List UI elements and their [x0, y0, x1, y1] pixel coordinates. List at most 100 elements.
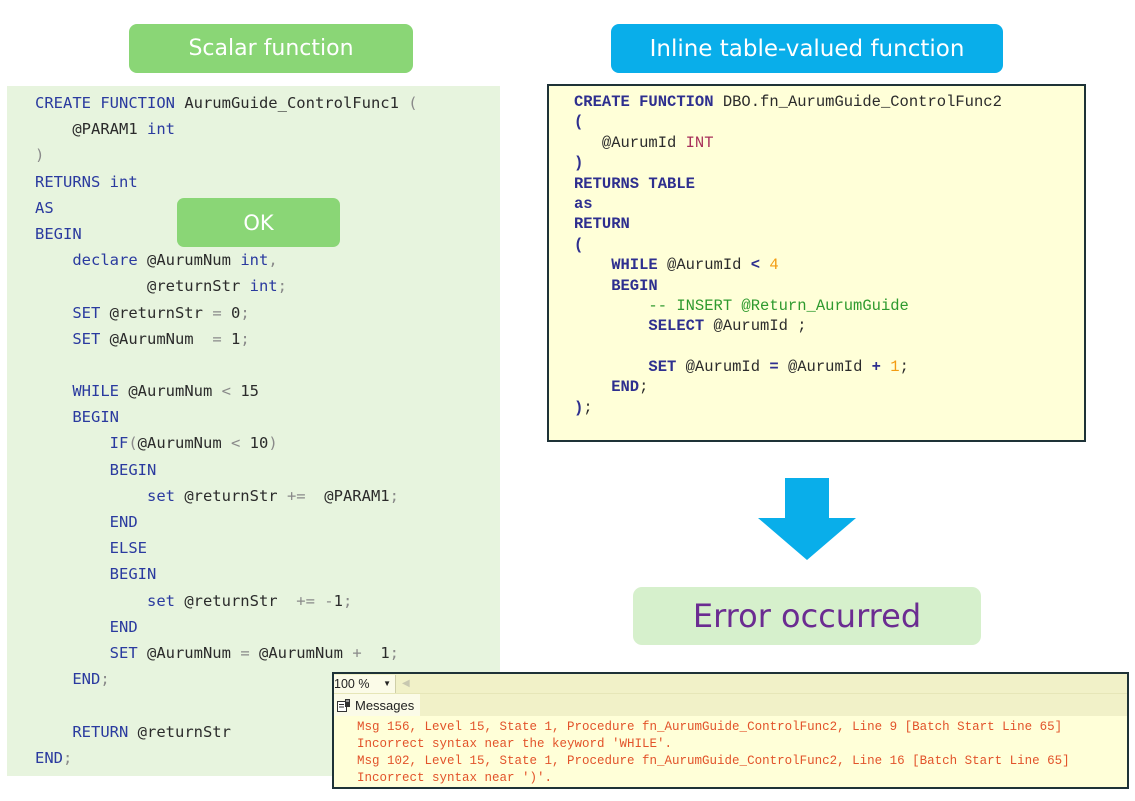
code-token: <: [750, 256, 770, 275]
code-token: @AurumNum: [146, 643, 241, 662]
code-token: int: [240, 251, 269, 270]
code-token: +: [352, 643, 381, 662]
code-token: int: [249, 277, 278, 296]
code-token: END: [35, 670, 101, 689]
inline-code-line: RETURNS TABLE: [574, 174, 1084, 194]
code-token: ;: [389, 486, 399, 505]
inline-code-line: BEGIN: [574, 276, 1084, 296]
code-token: set: [35, 486, 185, 505]
down-arrow-shape: [758, 478, 856, 560]
scalar-code-line: set @returnStr += -1;: [35, 588, 500, 614]
messages-panel: 100 % ▼ ◀ Messages Msg 156, Level 15, St…: [332, 672, 1129, 789]
scalar-code-line: ): [35, 142, 500, 168]
code-token: @returnStr: [184, 486, 287, 505]
scalar-function-title-text: Scalar function: [188, 36, 354, 61]
code-token: @PARAM1: [324, 486, 390, 505]
code-token: @AurumNum: [137, 434, 231, 453]
scalar-code-line: set @returnStr += @PARAM1;: [35, 483, 500, 509]
messages-icon: [337, 698, 350, 712]
zoom-level-select[interactable]: 100 % ▼: [334, 674, 396, 693]
inline-code-line: (: [574, 112, 1084, 132]
code-token: =: [212, 329, 231, 348]
code-token: (: [408, 94, 418, 112]
code-token: INT: [685, 133, 714, 152]
results-tab-bar: Messages: [334, 694, 1127, 716]
messages-list: Msg 156, Level 15, State 1, Procedure fn…: [334, 716, 1127, 787]
inline-code-line: (: [574, 235, 1084, 255]
code-token: ;: [342, 591, 353, 610]
scalar-code-line: SET @returnStr = 0;: [35, 300, 500, 326]
code-token: CREATE FUNCTION: [35, 94, 185, 112]
inline-code-line: );: [574, 398, 1084, 418]
inline-code-line: WHILE @AurumId < 4: [574, 255, 1084, 275]
scalar-code-line: @returnStr int;: [35, 273, 500, 299]
inline-code-line: ): [574, 153, 1084, 173]
code-token: SET: [574, 358, 686, 377]
code-token: ;: [100, 670, 110, 689]
code-token: @AurumNum: [128, 382, 222, 401]
code-token: SET: [35, 643, 147, 662]
scroll-left-icon[interactable]: ◀: [402, 678, 410, 689]
ok-status-text: OK: [243, 210, 274, 235]
inline-code-line: SELECT @AurumId ;: [574, 316, 1084, 336]
code-token: declare: [35, 251, 147, 270]
code-token: ): [35, 146, 45, 165]
code-token: <: [221, 382, 241, 401]
code-token: END: [574, 378, 640, 397]
code-token: ,: [268, 251, 278, 270]
code-token: +=: [286, 486, 325, 505]
code-token: BEGIN: [574, 276, 658, 295]
code-token: 10: [249, 434, 269, 453]
code-token: @AurumId: [667, 256, 751, 275]
code-token: END: [35, 617, 138, 636]
code-token: ;: [899, 358, 909, 377]
code-token: AS: [35, 198, 54, 217]
zoom-level-value: 100 %: [334, 676, 370, 691]
chevron-down-icon: ▼: [383, 679, 391, 688]
inline-code-line: @AurumId INT: [574, 133, 1084, 153]
code-token: RETURN: [574, 215, 630, 234]
scalar-code-line: END: [35, 509, 500, 535]
code-token: @AurumNum: [258, 643, 353, 662]
scalar-code-line: declare @AurumNum int,: [35, 247, 500, 273]
error-occurred-badge: Error occurred: [633, 587, 981, 645]
code-token: @PARAM1: [35, 120, 147, 139]
scalar-code-line: CREATE FUNCTION AurumGuide_ControlFunc1 …: [35, 90, 500, 116]
inline-code-line: END;: [574, 377, 1084, 397]
message-line: Incorrect syntax near the keyword 'WHILE…: [357, 737, 673, 751]
code-token: @AurumId: [787, 358, 872, 377]
tab-messages[interactable]: Messages: [334, 694, 421, 716]
down-arrow-icon: [758, 478, 856, 560]
inline-code-line: CREATE FUNCTION DBO.fn_AurumGuide_Contro…: [574, 92, 1084, 112]
scalar-code-line: BEGIN: [35, 561, 500, 587]
message-line: Msg 102, Level 15, State 1, Procedure fn…: [357, 754, 1070, 768]
code-token: BEGIN: [35, 565, 157, 584]
code-token: as: [574, 194, 593, 213]
scalar-code-line: SET @AurumNum = @AurumNum + 1;: [35, 640, 500, 666]
code-token: ELSE: [35, 539, 147, 558]
code-token: @AurumId ;: [713, 317, 807, 336]
code-token: ;: [277, 277, 287, 296]
code-token: BEGIN: [35, 224, 82, 243]
code-token: 1: [230, 329, 241, 348]
code-token: RETURNS int: [35, 172, 138, 191]
code-token: BEGIN: [35, 408, 119, 427]
code-token: ): [574, 398, 584, 417]
scalar-code-line: BEGIN: [35, 404, 500, 430]
code-token: SELECT: [574, 317, 714, 336]
code-token: ;: [240, 303, 250, 322]
code-token: 0: [230, 303, 241, 322]
code-token: =: [240, 643, 259, 662]
code-token: ): [574, 154, 584, 173]
code-token: AurumGuide_ControlFunc1: [184, 94, 409, 112]
code-token: =: [769, 358, 788, 377]
code-token: IF: [35, 434, 129, 453]
scalar-code-line: @PARAM1 int: [35, 116, 500, 142]
inline-table-valued-function-title: Inline table-valued function: [611, 24, 1003, 73]
scalar-code-line: IF(@AurumNum < 10): [35, 430, 500, 456]
code-token: RETURN: [35, 722, 138, 741]
code-token: ;: [583, 398, 593, 417]
code-token: END: [35, 748, 63, 767]
code-token: RETURNS TABLE: [574, 174, 695, 193]
code-token: BEGIN: [35, 460, 157, 479]
